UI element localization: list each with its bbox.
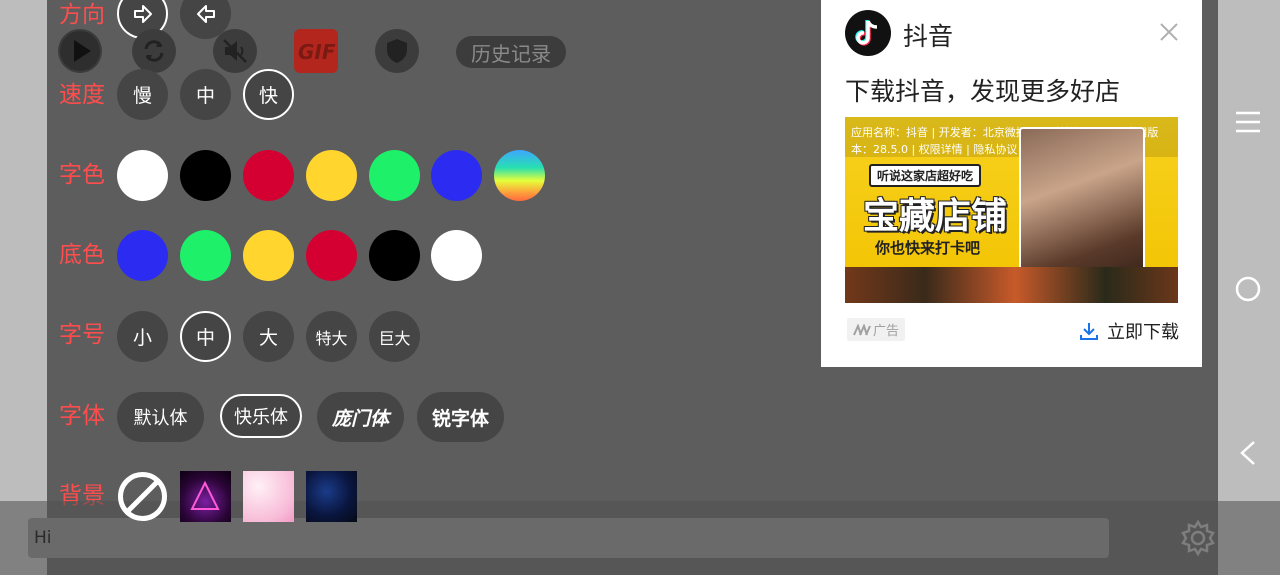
- gear-icon: [1181, 519, 1215, 557]
- ad-label-badge: 广告: [847, 318, 906, 341]
- settings-button[interactable]: [1178, 518, 1218, 558]
- font-face-label: 字体: [59, 403, 105, 429]
- text-color-blue-swatch[interactable]: [431, 150, 482, 201]
- direction-label: 方向: [59, 2, 105, 28]
- text-color-green-swatch[interactable]: [369, 150, 420, 201]
- svg-text:GIF: GIF: [298, 40, 336, 64]
- background-starry-thumb[interactable]: [306, 471, 357, 522]
- ad-card[interactable]: 抖音 下载抖音，发现更多好店 应用名称：抖音 | 开发者：北京微播视界科技有限公…: [821, 0, 1202, 367]
- background-neon-thumb[interactable]: [180, 471, 231, 522]
- bg-color-yellow-swatch[interactable]: [243, 230, 294, 281]
- bg-color-black-swatch[interactable]: [369, 230, 420, 281]
- speed-medium-button[interactable]: 中: [180, 69, 231, 120]
- font-size-large-button[interactable]: 大: [243, 311, 294, 362]
- shield-icon: [387, 39, 407, 63]
- gif-icon: GIF: [298, 40, 336, 64]
- bg-color-red-swatch[interactable]: [306, 230, 357, 281]
- loop-icon: [144, 40, 164, 62]
- bg-color-blue-swatch[interactable]: [117, 230, 168, 281]
- font-default-button[interactable]: 默认体: [117, 392, 204, 442]
- ad-headline: 下载抖音，发现更多好店: [845, 77, 1121, 106]
- font-size-huge-button[interactable]: 巨大: [369, 311, 420, 362]
- ad-app-name: 抖音: [903, 22, 954, 51]
- text-color-yellow-swatch[interactable]: [306, 150, 357, 201]
- font-size-label: 字号: [59, 322, 105, 348]
- text-color-black-swatch[interactable]: [180, 150, 231, 201]
- arrow-left-icon: [196, 4, 215, 23]
- font-happy-button[interactable]: 快乐体: [220, 394, 302, 438]
- home-button[interactable]: [1233, 274, 1263, 304]
- font-kuzi-button[interactable]: 锐字体: [417, 392, 504, 442]
- bg-color-green-swatch[interactable]: [180, 230, 231, 281]
- ad-banner-title: 宝藏店铺: [863, 196, 1008, 237]
- ad-download-button[interactable]: 立即下载: [1079, 318, 1179, 344]
- font-size-xlarge-button[interactable]: 特大: [306, 311, 357, 362]
- ad-close-button[interactable]: [1157, 20, 1181, 44]
- font-size-small-button[interactable]: 小: [117, 311, 168, 362]
- speed-slow-button[interactable]: 慢: [117, 69, 168, 120]
- ad-download-label: 立即下载: [1107, 322, 1179, 343]
- music-note-icon: [855, 20, 878, 46]
- font-pangmen-button[interactable]: 庞门体: [317, 392, 404, 442]
- speaker-mute-icon: [223, 39, 247, 63]
- font-size-medium-button[interactable]: 中: [180, 311, 231, 362]
- douyin-logo: [845, 10, 891, 56]
- speed-label: 速度: [59, 82, 105, 108]
- mute-button[interactable]: [213, 29, 257, 73]
- menu-button[interactable]: [1233, 110, 1263, 134]
- ad-banner-subtitle: 你也快来打卡吧: [875, 239, 981, 257]
- loop-button[interactable]: [132, 29, 176, 73]
- chevron-left-icon: [1240, 441, 1255, 465]
- ad-banner-tag: 听说这家店超好吃: [869, 164, 982, 187]
- play-icon: [60, 31, 100, 71]
- message-input[interactable]: Hi: [28, 518, 1109, 558]
- background-none-button[interactable]: [117, 471, 168, 522]
- home-circle-icon: [1235, 276, 1261, 302]
- gif-button[interactable]: GIF: [294, 29, 338, 73]
- background-pink-thumb[interactable]: [243, 471, 294, 522]
- text-color-label: 字色: [59, 162, 105, 188]
- text-color-white-swatch[interactable]: [117, 150, 168, 201]
- bg-color-label: 底色: [59, 242, 105, 268]
- play-button[interactable]: [58, 29, 102, 73]
- download-icon: [1080, 323, 1098, 340]
- ad-network-icon: [853, 323, 871, 335]
- hamburger-menu-icon: [1236, 111, 1260, 133]
- text-color-gradient-swatch[interactable]: [494, 150, 545, 201]
- prohibited-icon: [118, 472, 167, 521]
- ad-label-text: 广告: [873, 324, 900, 339]
- arrow-right-icon: [133, 4, 152, 23]
- speed-fast-button[interactable]: 快: [243, 69, 294, 120]
- shield-button[interactable]: [375, 29, 419, 73]
- text-color-red-swatch[interactable]: [243, 150, 294, 201]
- ad-banner-image[interactable]: 应用名称：抖音 | 开发者：北京微播视界科技有限公司 | 应用版 本：28.5.…: [845, 117, 1178, 303]
- bg-color-white-swatch[interactable]: [431, 230, 482, 281]
- back-button[interactable]: [1233, 438, 1263, 468]
- history-button[interactable]: 历史记录: [456, 36, 566, 68]
- close-icon: [1160, 23, 1178, 41]
